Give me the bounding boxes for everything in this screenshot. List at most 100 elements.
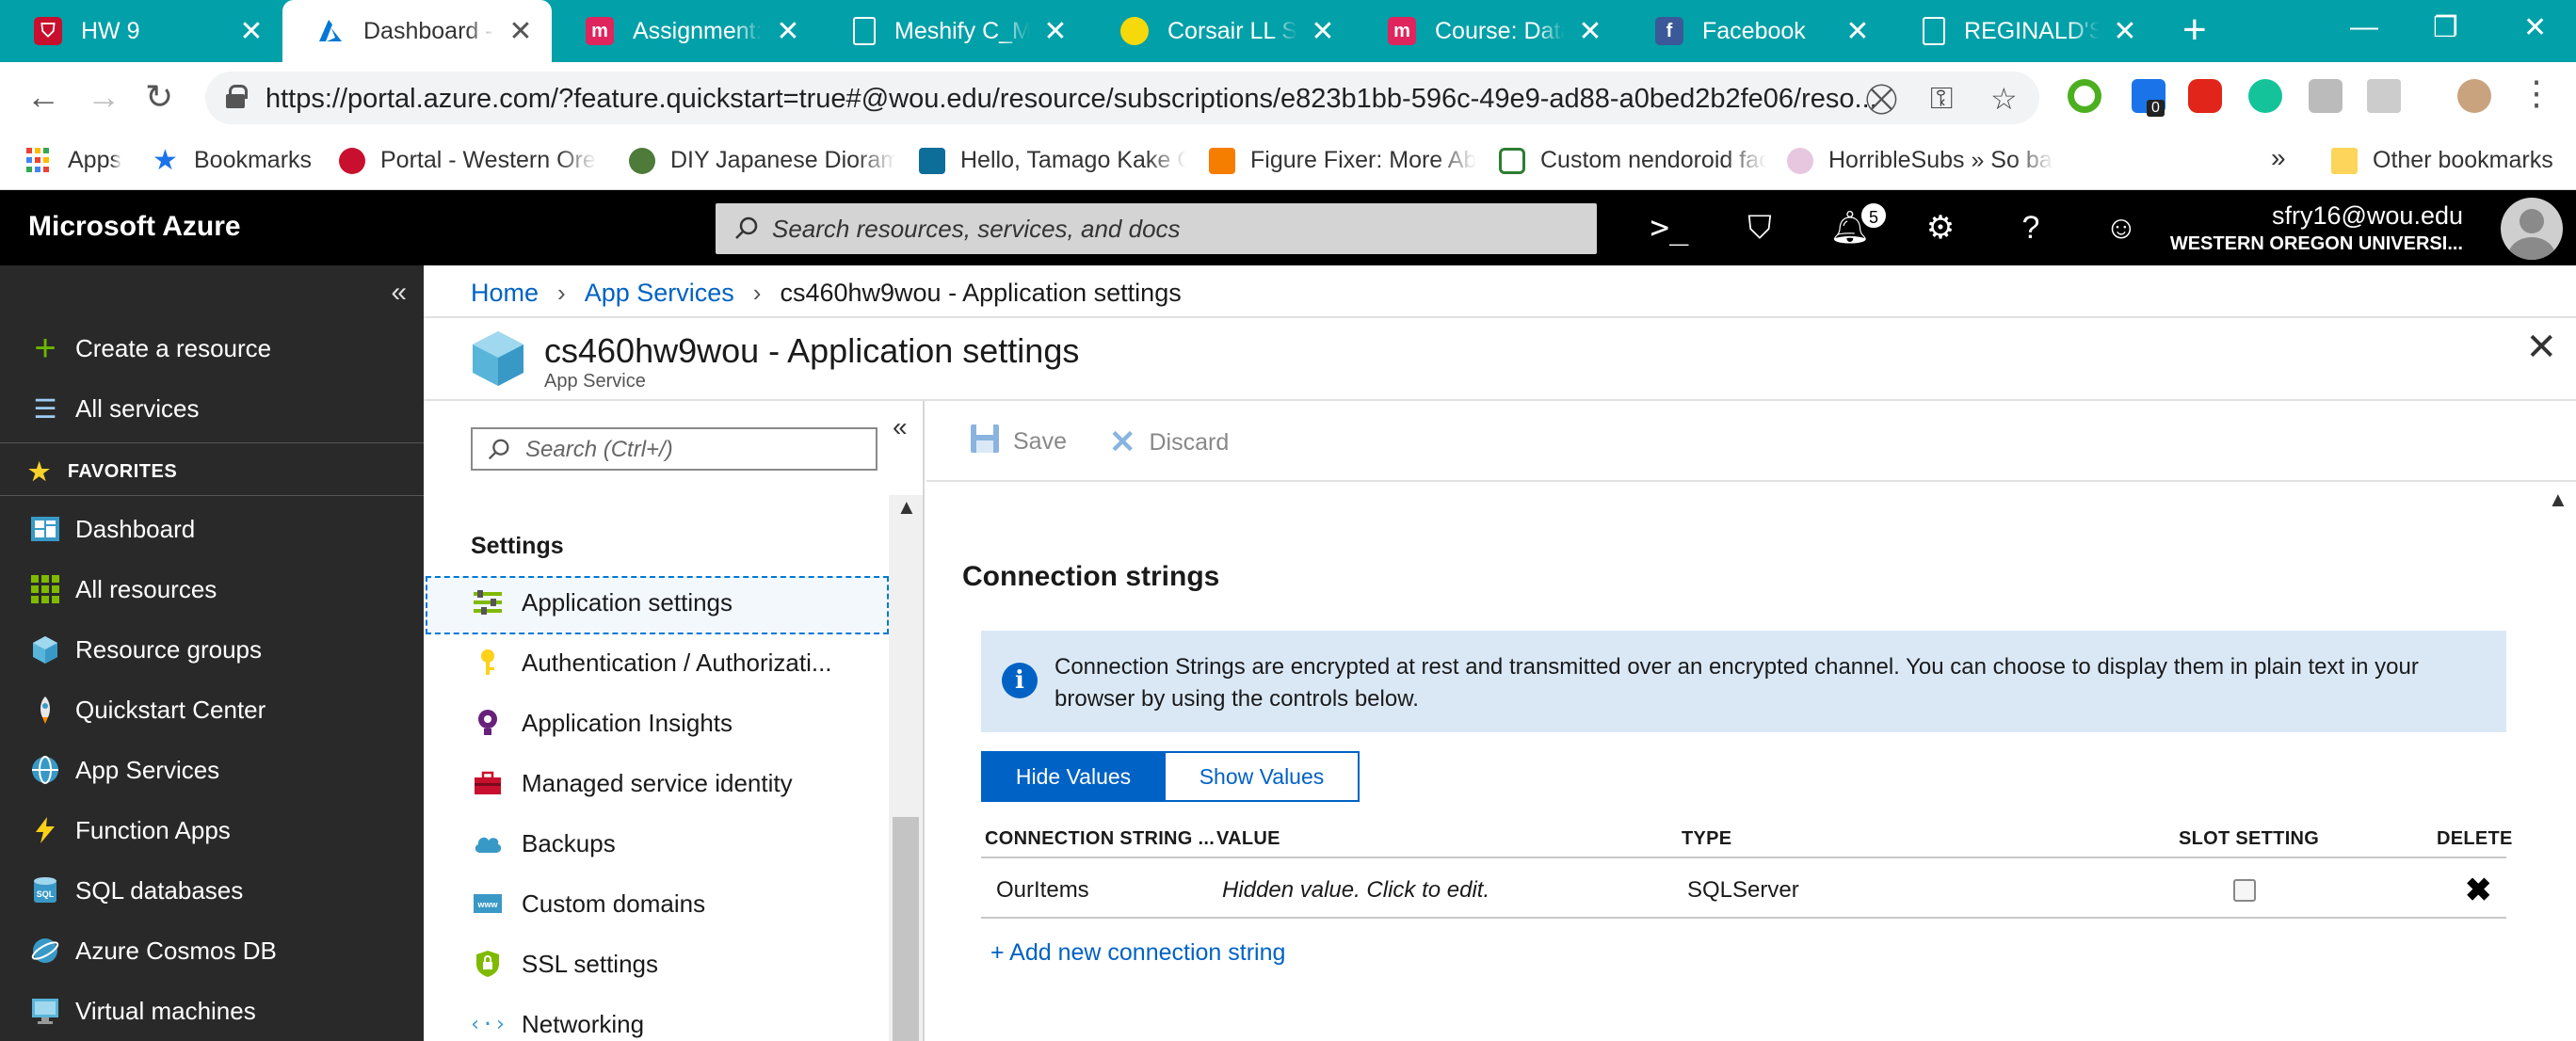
directory-filter-icon[interactable]: ⛉ [1736,209,1783,247]
gear-icon[interactable]: ⚙ [1917,209,1964,247]
address-bar[interactable]: https://portal.azure.com/?feature.quicks… [205,72,2039,124]
column-header[interactable]: DELETE [2437,828,2513,850]
menu-item-custom-domains[interactable]: www Custom domains [473,889,887,919]
browser-tab[interactable]: m Course: Data Structures ✕ [1354,0,1621,62]
bookmark-item[interactable]: Portal - Western Oregon [339,147,597,174]
browser-tab[interactable]: REGINALD'S Arcade ✕ [1889,0,2156,62]
close-icon[interactable]: ✕ [1041,15,1070,48]
bookmark-item[interactable]: DIY Japanese Diorama [629,147,896,174]
connection-value-cell[interactable]: Hidden value. Click to edit. [1222,877,1489,904]
user-tenant[interactable]: WESTERN OREGON UNIVERSI... [2170,233,2463,255]
hide-values-button[interactable]: Hide Values [981,751,1166,802]
menu-item-managed-service-identity[interactable]: Managed service identity [473,768,887,798]
column-header[interactable]: TYPE [1682,828,1731,850]
cookie-blocked-icon[interactable]: ⛒ [1866,81,1897,117]
menu-item-backups[interactable]: Backups [473,828,887,858]
extension-circle-icon[interactable] [2068,79,2101,113]
discard-button[interactable]: ✕ Discard [1109,424,1229,461]
close-icon[interactable]: ✕ [237,15,266,48]
scrollbar-thumb[interactable] [893,817,919,1041]
browser-tab[interactable]: Meshify C_Manual ✕ [819,0,1087,62]
content-scrollbar[interactable]: ▲ [2542,482,2576,1041]
reload-icon[interactable]: ↻ [145,77,173,117]
bookmark-item[interactable]: Apps [26,147,121,174]
minimize-icon[interactable]: — [2350,11,2378,43]
profile-avatar[interactable] [2457,79,2491,113]
sidebar-item-sql-databases[interactable]: SQL SQL databases [28,873,243,907]
show-values-button[interactable]: Show Values [1166,751,1360,802]
azure-brand[interactable]: Microsoft Azure [28,211,241,243]
menu-item-networking[interactable]: ‹·› Networking [473,1009,887,1039]
close-window-icon[interactable]: ✕ [2523,11,2547,44]
column-header[interactable]: VALUE [1216,828,1280,850]
pdf-extension-icon[interactable] [2367,79,2401,113]
other-bookmarks[interactable]: Other bookmarks [2331,147,2553,174]
global-search-input[interactable]: Search resources, services, and docs [716,203,1597,254]
scroll-up-icon[interactable]: ▲ [2548,488,2568,512]
resource-menu-search-input[interactable]: Search (Ctrl+/) [471,427,877,471]
grammarly-icon[interactable] [2248,79,2282,113]
back-arrow-icon[interactable]: ← [26,77,60,117]
sidebar-item-quickstart-center[interactable]: Quickstart Center [28,693,266,727]
restore-icon[interactable]: ❐ [2433,11,2458,44]
adblock-icon[interactable] [2188,79,2222,113]
slot-setting-checkbox[interactable] [2233,879,2256,902]
user-email[interactable]: sfry16@wou.edu [2272,201,2463,231]
bookmark-item[interactable]: Figure Fixer: More Abs [1209,147,1476,174]
connection-name-cell[interactable]: OurItems [996,877,1089,904]
breadcrumb-app-services[interactable]: App Services [585,279,734,308]
sidebar-item-all-resources[interactable]: All resources [28,572,217,606]
close-icon[interactable]: ✕ [2111,15,2139,48]
browser-tab[interactable]: Corsair LL Series ✕ [1087,0,1354,62]
sidebar-item-all-services[interactable]: ☰ All services [28,392,199,425]
bookmark-item[interactable]: Hello, Tamago Kake Gohan [919,147,1186,174]
bookmark-item[interactable]: ★ Bookmarks [153,146,354,174]
close-blade-icon[interactable]: ✕ [2525,326,2557,369]
avatar[interactable] [2501,198,2563,260]
connection-type-cell[interactable]: SQLServer [1687,877,1799,904]
close-icon[interactable]: ✕ [1576,15,1604,48]
more-bookmarks-button[interactable]: » [2271,143,2286,173]
menu-scrollbar[interactable]: ▲ [889,495,923,1041]
collapse-sidebar-icon[interactable]: « [391,277,407,309]
smiley-feedback-icon[interactable]: ☺ [2098,209,2145,247]
save-button[interactable]: Save [970,424,1067,460]
bookmark-item[interactable]: HorribleSubs » So bad [1787,147,2054,174]
close-icon[interactable]: ✕ [1843,15,1872,48]
add-connection-string-link[interactable]: + Add new connection string [990,939,1285,967]
menu-item-application-insights[interactable]: Application Insights [473,708,887,738]
menu-item-ssl-settings[interactable]: SSL settings [473,949,887,979]
browser-tab[interactable]: ⛉ HW 9 ✕ [0,0,282,62]
delete-x-icon[interactable]: ✖ [2465,872,2492,909]
column-header[interactable]: SLOT SETTING [2179,828,2319,850]
sidebar-item-app-services[interactable]: App Services [28,753,219,787]
close-icon[interactable]: ✕ [774,15,802,48]
sidebar-item-function-apps[interactable]: Function Apps [28,813,231,847]
star-bookmark-icon[interactable]: ☆ [1990,81,2018,117]
more-menu-icon[interactable]: ⋮ [2520,73,2553,113]
collapse-menu-icon[interactable]: « [893,412,908,442]
breadcrumb-home[interactable]: Home [471,279,539,308]
browser-tab[interactable]: m Assignment: Portfolio ✕ [552,0,819,62]
sidebar-item-virtual-machines[interactable]: Virtual machines [28,994,256,1028]
browser-tab-active[interactable]: Dashboard - Microsoft Azure ✕ [282,0,552,62]
column-header[interactable]: CONNECTION STRING ... [985,828,1215,850]
extension-icon[interactable] [2309,79,2343,113]
close-icon[interactable]: ✕ [507,15,535,48]
forward-arrow-icon[interactable]: → [87,77,121,117]
sidebar-item-cosmos-db[interactable]: Azure Cosmos DB [28,934,277,968]
key-icon[interactable]: ⚿ [1930,81,1953,117]
browser-tab[interactable]: f Facebook ✕ [1621,0,1889,62]
help-icon[interactable]: ? [2007,209,2054,247]
apps-grid-icon [26,147,53,174]
new-tab-button[interactable]: + [2182,9,2207,51]
bookmark-item[interactable]: Custom nendoroid face [1499,147,1766,174]
scroll-up-icon[interactable]: ▲ [896,495,917,520]
sidebar-item-dashboard[interactable]: Dashboard [28,512,195,546]
sidebar-item-resource-groups[interactable]: Resource groups [28,633,262,666]
create-resource-button[interactable]: + Create a resource [28,328,271,369]
menu-item-authentication[interactable]: Authentication / Authorizati... [473,648,887,678]
close-icon[interactable]: ✕ [1309,15,1337,48]
cloud-shell-icon[interactable]: >_ [1646,209,1693,247]
menu-item-application-settings[interactable]: Application settings [473,587,887,617]
